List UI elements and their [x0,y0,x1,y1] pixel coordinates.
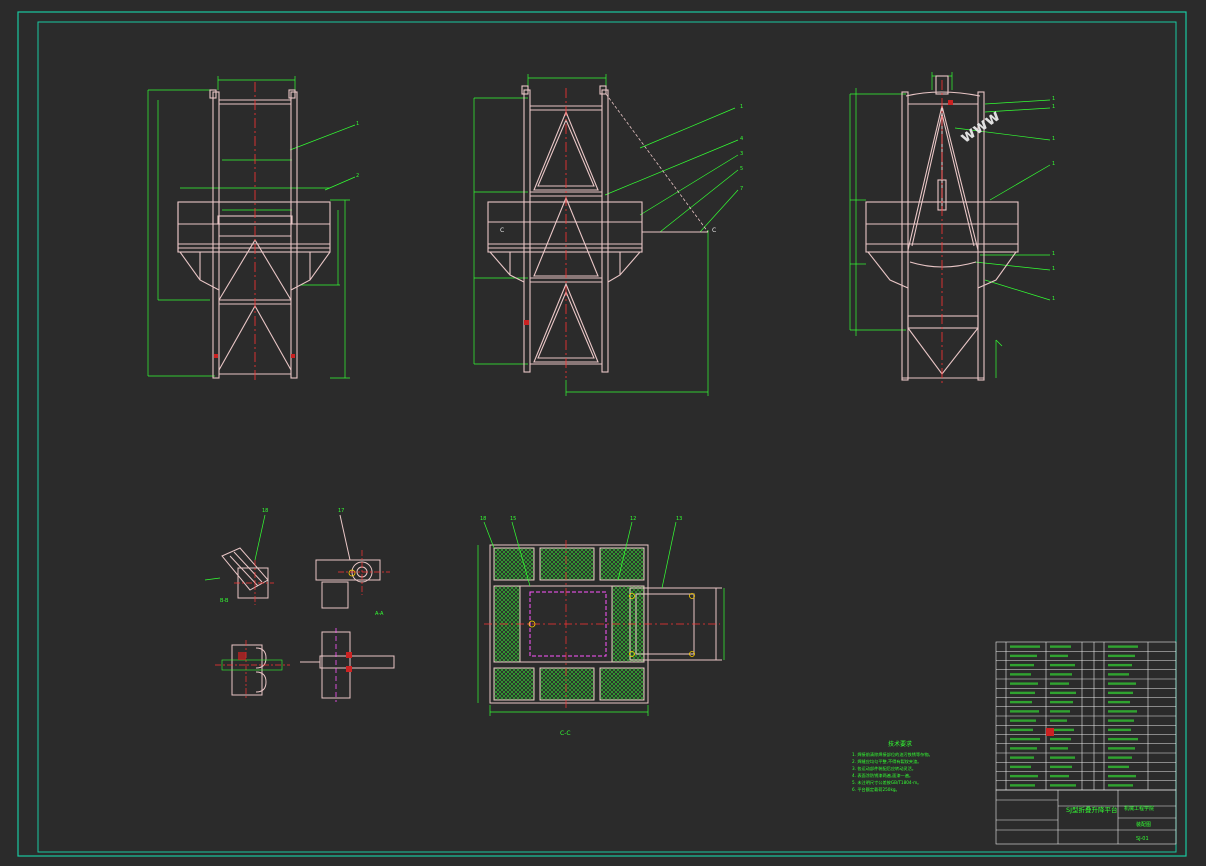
right-leader-label-5: 1 [1052,251,1055,257]
parts-entry-text [1108,710,1137,713]
parts-entry-text [1050,756,1075,759]
parts-entry-text [1050,700,1073,704]
detail-a-scale: B-B [220,598,229,604]
parts-entry-text [1108,673,1129,676]
front-view: 1 2 [147,76,359,382]
side-leader-label-5: 7 [740,186,743,192]
parts-entry-text [1108,645,1138,648]
parts-entry-text [1108,747,1135,750]
right-leader-label-7: 1 [1052,296,1055,302]
side-section-mark-2: C [712,227,716,234]
detail-b-leader: 17 [338,508,344,514]
parts-entry-text [1050,645,1071,648]
detail-views: 18 B-B 17 A-A [204,508,395,702]
side-leader-label-1: 1 [740,104,743,110]
parts-entry-text [1050,673,1072,676]
parts-entry-text [1108,728,1131,732]
parts-entry-text [1050,765,1072,769]
parts-entry-text [1010,700,1032,704]
title-block-company: 机械工程学院 [1124,805,1154,812]
parts-entry-text [1010,710,1039,713]
cc-leader-label-2: 15 [510,516,516,522]
parts-entry-text [1050,691,1076,695]
notes-heading: 技术要求 [888,740,912,748]
parts-entry-text [1050,747,1068,750]
technical-notes: 技术要求 1. 焊接前清除焊接部位的油污铁锈等杂物。 2. 焊缝应均匀平整,不得… [852,740,933,793]
right-leader-label-2: 1 [1052,104,1055,110]
side-leader-label-2: 4 [740,136,743,142]
title-block-number: SJ-01 [1136,836,1149,842]
right-view: 1 1 1 1 1 1 1 www [849,72,1055,384]
parts-entry-text [1108,700,1130,704]
right-leader-label-3: 1 [1052,136,1055,142]
parts-entry-text [1108,784,1133,787]
inner-border [37,21,1177,853]
right-leader-label-4: 1 [1052,161,1055,167]
side-leader-label-3: 3 [740,151,743,157]
parts-entry-text [1108,737,1138,741]
right-leader-label-6: 1 [1052,266,1055,272]
parts-entry-text [1010,673,1031,676]
parts-entry-text [1010,756,1034,759]
parts-entry-text [1050,710,1070,713]
detail-b-scale: A-A [375,611,384,617]
parts-entry-text [1010,784,1035,787]
notes-line-5: 5. 未注明尺寸公差按GB/T1804-m。 [852,779,921,786]
title-block [995,789,1177,845]
notes-line-3: 3. 各运动部件装配后应转动灵活。 [852,765,916,772]
parts-entry-text [1010,719,1036,722]
parts-entry-text [1050,654,1068,658]
section-cc: 18 15 12 13 C-C [477,516,725,737]
parts-entry-text [1050,719,1067,722]
side-view: 1 4 3 5 7 C C [473,74,743,396]
cc-leader-label-4: 13 [676,516,682,522]
right-leader-label-1: 1 [1052,96,1055,102]
notes-line-6: 6. 平台额定载荷250kg。 [852,786,900,793]
parts-entry-text [1108,765,1129,769]
parts-entry-text [1010,747,1037,750]
notes-line-1: 1. 焊接前清除焊接部位的油污铁锈等杂物。 [852,751,933,758]
title-block-assembly: 装配图 [1136,821,1151,828]
parts-entry-text [1010,737,1040,741]
watermark: www [956,106,1003,147]
side-leader-label-4: 5 [740,166,743,172]
parts-entry-text [1050,682,1069,685]
front-leader-label-1: 1 [356,121,359,127]
parts-entry-text [1010,765,1031,769]
parts-list-marker [1046,728,1054,736]
cc-leader-label-1: 18 [480,516,486,522]
parts-entry-text [1108,756,1132,759]
side-section-mark: C [500,227,504,234]
front-leader-label-2: 2 [356,173,359,179]
parts-entry-text [1010,645,1040,648]
parts-entry-text [1108,691,1133,695]
parts-entry-text [1050,663,1075,667]
parts-entry-text [1108,663,1132,667]
title-block-drawing-title: SJ型折叠升降平台 [1066,805,1118,814]
parts-entry-text [1050,774,1069,778]
parts-entry-text [1108,774,1136,778]
parts-entry-text [1010,728,1033,732]
parts-entry-text [1108,682,1136,685]
parts-entry-text [1010,682,1038,685]
parts-entry-text [1010,663,1034,667]
notes-line-4: 4. 表面涂防锈漆两遍,面漆一遍。 [852,772,913,779]
notes-line-2: 2. 焊缝应均匀平整,不得有裂纹夹渣。 [852,758,921,765]
parts-entry-text [1108,654,1135,658]
parts-entry-text [1010,691,1035,695]
section-cc-label: C-C [560,730,571,737]
detail-a-leader: 18 [262,508,268,514]
parts-entry-text [1050,737,1071,741]
parts-entry-text [1010,774,1038,778]
cc-leader-label-3: 12 [630,516,636,522]
parts-entry-text [1010,654,1037,658]
parts-entry-text [1050,784,1076,787]
parts-entry-text [1108,719,1134,722]
drawing-canvas: 1 2 1 4 3 5 7 C C 1 1 1 1 1 1 1 www 18 B… [17,11,1187,857]
